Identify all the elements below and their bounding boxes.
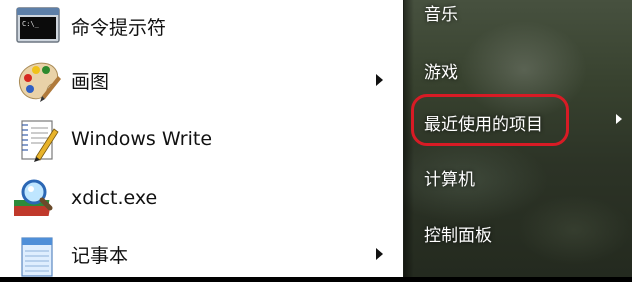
places-item-music[interactable]: 音乐 — [424, 0, 458, 25]
places-item-recent-items[interactable]: 最近使用的项目 — [424, 110, 543, 135]
submenu-arrow-icon[interactable] — [376, 74, 383, 86]
program-label: 记事本 — [71, 244, 129, 267]
submenu-arrow-icon[interactable] — [616, 114, 622, 124]
program-item-xdict[interactable]: xdict.exe — [0, 170, 403, 226]
program-item-windows-write[interactable]: Windows Write — [0, 111, 403, 167]
notepad-icon — [21, 237, 53, 277]
program-label: xdict.exe — [71, 187, 158, 209]
command-prompt-icon: C:\_ — [16, 7, 60, 43]
write-icon — [21, 120, 59, 162]
submenu-arrow-icon[interactable] — [376, 248, 383, 260]
program-item-notepad[interactable]: 记事本 — [0, 226, 403, 282]
svg-text:C:\_: C:\_ — [22, 20, 40, 28]
program-label: 命令提示符 — [71, 16, 167, 39]
paint-icon — [18, 62, 61, 102]
start-menu-programs-pane: C:\_ 命令提示符 画图 Windows Write xdict.exe 记事… — [0, 0, 403, 277]
program-item-command-prompt[interactable]: C:\_ 命令提示符 — [0, 0, 403, 54]
xdict-icon — [14, 179, 53, 216]
start-menu-places-pane: 音乐 游戏 最近使用的项目 计算机 控制面板 — [403, 0, 632, 277]
places-item-games[interactable]: 游戏 — [424, 58, 458, 83]
program-label: 画图 — [71, 70, 110, 93]
places-item-computer[interactable]: 计算机 — [424, 165, 475, 190]
program-label: Windows Write — [71, 128, 213, 150]
places-item-control-panel[interactable]: 控制面板 — [424, 221, 492, 246]
program-item-paint[interactable]: 画图 — [0, 52, 403, 108]
